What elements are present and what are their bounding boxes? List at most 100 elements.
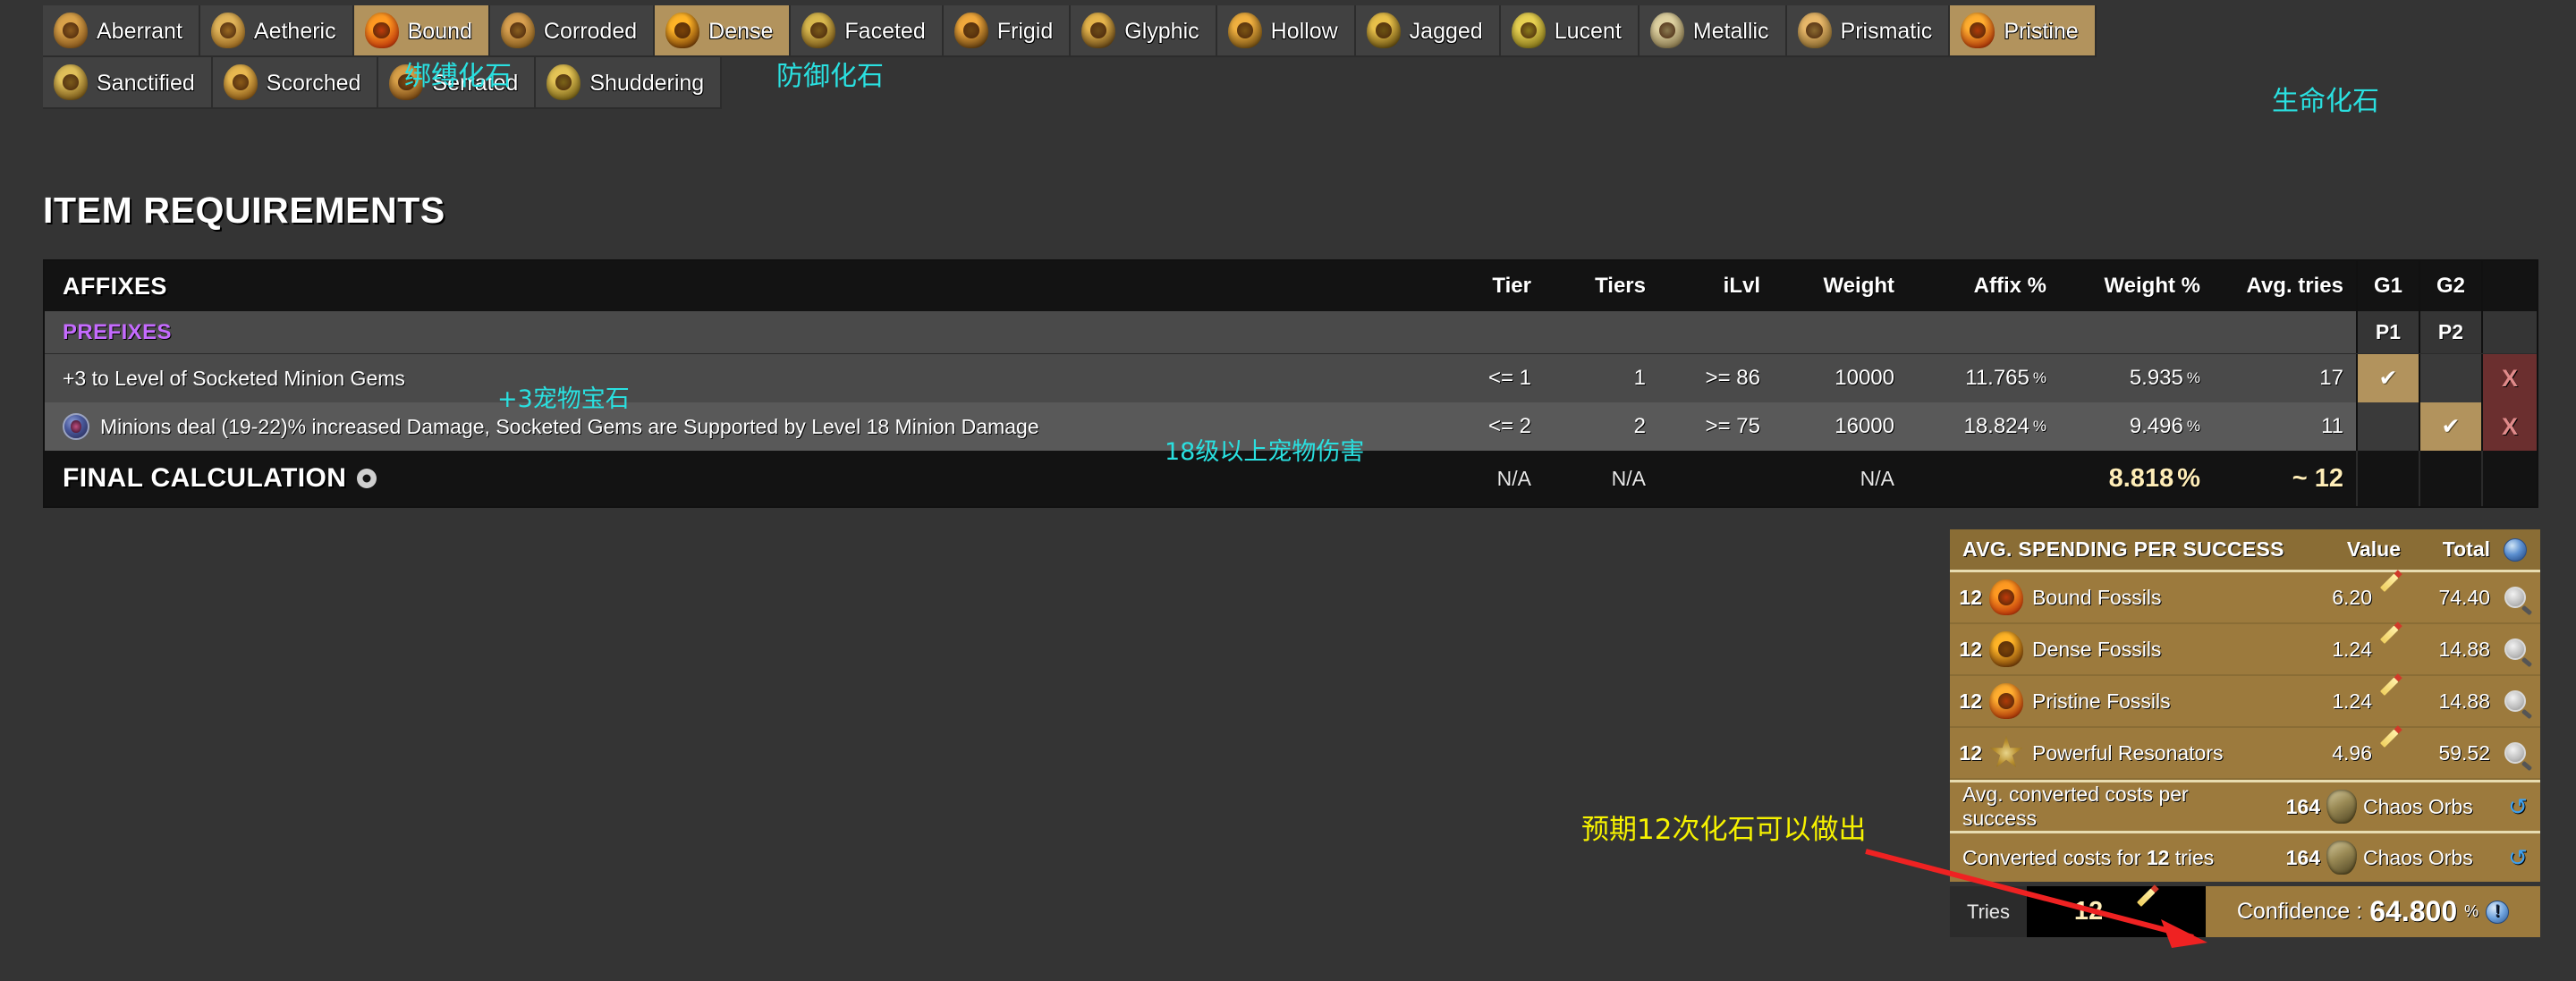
affix-tiers: 1 xyxy=(1633,366,1646,390)
affix-g1-checkbox[interactable]: ✔ xyxy=(2356,354,2419,402)
spending-item-name: Dense Fossils xyxy=(2032,637,2162,661)
spending-total: 14.88 xyxy=(2438,689,2490,713)
fossil-tab-corroded[interactable]: Corroded xyxy=(489,5,656,57)
final-tier: N/A xyxy=(1496,466,1531,490)
fossil-tab-label: Lucent xyxy=(1554,18,1622,44)
spending-item-name: Bound Fossils xyxy=(2032,585,2162,609)
affix-weight: 10000 xyxy=(1835,366,1894,390)
fossil-icon-bound xyxy=(1989,579,2023,615)
fossil-icon-dense xyxy=(665,13,700,48)
fossil-tab-jagged[interactable]: Jagged xyxy=(1355,5,1501,57)
fossil-icon-bound xyxy=(364,13,399,48)
remove-affix-button[interactable]: X xyxy=(2481,354,2537,402)
affix-text: +3 to Level of Socketed Minion Gems xyxy=(63,366,405,390)
fossil-tab-glyphic[interactable]: Glyphic xyxy=(1071,5,1217,57)
fossil-tab-pristine[interactable]: Pristine xyxy=(1950,5,2097,57)
spending-qty: 12 xyxy=(1959,585,1982,609)
prefixes-spacer xyxy=(1264,311,2356,353)
final-g2-spacer xyxy=(2419,451,2481,506)
fossil-tab-shuddering[interactable]: Shuddering xyxy=(536,57,723,109)
spending-col-value: Value xyxy=(2346,537,2401,561)
edit-pencil-icon[interactable] xyxy=(2372,625,2408,661)
annotation-prefix1-cn: +3宠物宝石 xyxy=(497,385,630,413)
fossil-icon-metallic xyxy=(1649,13,1684,48)
spending-value: 6.20 xyxy=(2332,585,2372,609)
prefixes-group-row: PREFIXES P1 P2 xyxy=(45,311,2537,354)
fossil-shape xyxy=(1989,631,2023,667)
fossil-tab-label: Prismatic xyxy=(1840,18,1933,44)
avg-spending-panel: AVG. SPENDING PER SUCCESS Value Total 12… xyxy=(1950,529,2540,937)
recycle-icon[interactable]: ↺ xyxy=(2496,795,2540,818)
fossil-tab-label: Sanctified xyxy=(97,70,195,96)
fossil-tab-metallic[interactable]: Metallic xyxy=(1639,5,1787,57)
converted-cost-tries-currency: Chaos Orbs xyxy=(2363,845,2473,869)
info-icon[interactable]: ! xyxy=(2486,900,2510,924)
fossil-tab-label: Aberrant xyxy=(97,18,182,44)
magnifier-icon[interactable] xyxy=(2490,587,2540,608)
spending-row: 12 Powerful Resonators 4.96 59.52 xyxy=(1950,728,2540,780)
edit-pencil-icon[interactable] xyxy=(2372,729,2408,765)
fossil-tab-bound[interactable]: Bound xyxy=(353,5,490,57)
converted-cost-tries-amount: 164 xyxy=(2285,845,2320,869)
affix-g1-checkbox[interactable] xyxy=(2356,402,2419,451)
fossil-icon-corroded xyxy=(500,13,535,48)
fossil-icon-faceted xyxy=(801,13,836,48)
affix-g2-checkbox[interactable] xyxy=(2419,354,2481,402)
confidence-pct: % xyxy=(2464,902,2479,920)
avg-converted-cost-label: Avg. converted costs per success xyxy=(1962,782,2189,830)
spending-qty: 12 xyxy=(1959,689,1982,713)
spending-footer: Tries 12 Confidence : 64.800 % ! xyxy=(1950,886,2540,937)
fossil-tab-sanctified[interactable]: Sanctified xyxy=(43,57,213,109)
edit-pencil-icon[interactable] xyxy=(2372,677,2408,713)
edit-pencil-icon[interactable] xyxy=(2135,887,2158,924)
fossil-tab-lucent[interactable]: Lucent xyxy=(1500,5,1640,57)
fossil-tab-hollow[interactable]: Hollow xyxy=(1216,5,1356,57)
gear-icon[interactable] xyxy=(357,469,377,488)
final-ilvl-spacer xyxy=(1658,451,1773,506)
tries-input[interactable]: 12 xyxy=(2027,886,2206,937)
avg-converted-cost-amount: 164 xyxy=(2285,794,2320,818)
confidence-display: Confidence : 64.800 % ! xyxy=(2206,886,2540,937)
affix-weight-percent: 5.935% xyxy=(2129,366,2200,390)
table-row[interactable]: +3 to Level of Socketed Minion Gems <= 1 1… xyxy=(45,354,2537,402)
fossil-tab-label: Jagged xyxy=(1409,18,1483,44)
fossil-shape xyxy=(1989,683,2023,719)
globe-icon[interactable] xyxy=(2490,537,2540,562)
fossil-tab-dense[interactable]: Dense xyxy=(655,5,792,57)
fossil-tab-aberrant[interactable]: Aberrant xyxy=(43,5,200,57)
fossil-icon-frigid xyxy=(953,13,988,48)
fossil-tab-label: Faceted xyxy=(844,18,926,44)
fossil-icon-glyphic xyxy=(1081,13,1116,48)
fossil-tab-label: Frigid xyxy=(996,18,1054,44)
recycle-icon-2[interactable]: ↺ xyxy=(2496,846,2540,869)
prefixes-remove-spacer xyxy=(2481,311,2537,353)
affix-g2-checkbox[interactable]: ✔ xyxy=(2419,402,2481,451)
chaos-orb-icon-2 xyxy=(2320,841,2363,875)
chaos-orb-icon xyxy=(2320,790,2363,824)
fossil-tab-label: Corroded xyxy=(543,18,638,44)
header-g2: G2 xyxy=(2419,261,2481,311)
edit-pencil-icon[interactable] xyxy=(2372,573,2408,609)
fossil-tab-prismatic[interactable]: Prismatic xyxy=(1786,5,1951,57)
annotation-pristine-cn: 生命化石 xyxy=(2272,86,2379,117)
remove-affix-button[interactable]: X xyxy=(2481,402,2537,451)
fossil-tab-aetheric[interactable]: Aetheric xyxy=(199,5,354,57)
header-tier: Tier xyxy=(1492,274,1531,298)
final-weight-pct: 8.818 % xyxy=(2108,463,2200,493)
spending-total: 74.40 xyxy=(2438,585,2490,609)
fossil-tab-label: Aetheric xyxy=(253,18,336,44)
affix-percent: 18.824% xyxy=(1963,414,2046,438)
magnifier-icon[interactable] xyxy=(2490,638,2540,660)
final-tiers: N/A xyxy=(1611,466,1646,490)
fossil-shape xyxy=(1989,579,2023,615)
spending-value: 1.24 xyxy=(2332,689,2372,713)
check-icon: ✔ xyxy=(2441,414,2461,439)
final-affix-spacer xyxy=(1907,451,2059,506)
fossil-tab-faceted[interactable]: Faceted xyxy=(791,5,944,57)
header-ilvl: iLvl xyxy=(1723,274,1760,298)
magnifier-icon[interactable] xyxy=(2490,690,2540,712)
fossil-tab-scorched[interactable]: Scorched xyxy=(212,57,379,109)
spending-row: 12 Dense Fossils 1.24 14.88 xyxy=(1950,624,2540,676)
magnifier-icon[interactable] xyxy=(2490,742,2540,764)
fossil-tab-frigid[interactable]: Frigid xyxy=(943,5,1072,57)
